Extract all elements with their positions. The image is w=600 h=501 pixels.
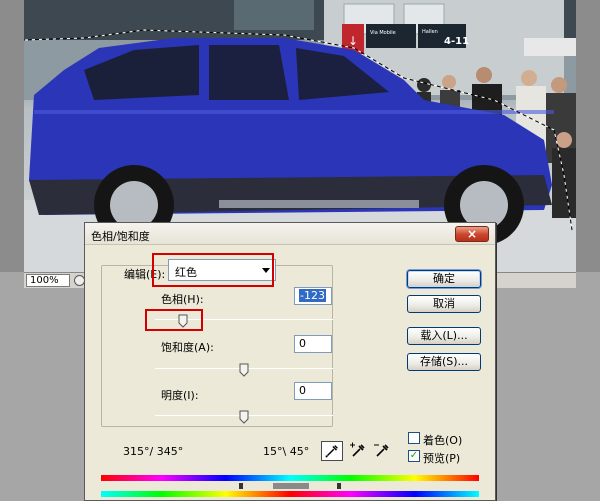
range-left-readout: 315°/ 345°: [123, 445, 184, 458]
eyedropper-minus-icon[interactable]: [371, 441, 393, 461]
lightness-input[interactable]: 0: [294, 382, 332, 400]
eyedropper-icon[interactable]: [321, 441, 343, 461]
preview-checkbox[interactable]: ✓: [408, 450, 420, 462]
workspace-left: [0, 0, 24, 272]
saturation-slider-thumb[interactable]: [239, 363, 249, 377]
eyedropper-plus-icon[interactable]: [347, 441, 369, 461]
svg-text:↓: ↓: [348, 34, 358, 48]
cancel-button[interactable]: 取消: [407, 295, 481, 313]
lightness-slider-thumb[interactable]: [239, 410, 249, 424]
sign-hall-number: 4-11: [444, 36, 469, 47]
preview-label: 预览(P): [423, 452, 461, 465]
zoom-level[interactable]: 100%: [26, 274, 70, 287]
ok-button[interactable]: 确定: [407, 270, 481, 288]
range-right-handle[interactable]: [337, 483, 341, 489]
range-right-readout: 15°\ 45°: [263, 445, 310, 458]
sign-via-mobile: Via Mobile: [370, 30, 396, 36]
hue-saturation-dialog: 色相/饱和度 × 编辑(E): 红色 色相(H): -123 饱和度(A): 0…: [84, 222, 496, 501]
hue-slider-thumb[interactable]: [178, 314, 188, 328]
range-center[interactable]: [273, 483, 309, 489]
chevron-down-icon: [262, 268, 270, 273]
edit-channel-value: 红色: [175, 266, 197, 279]
load-button[interactable]: 载入(L)...: [407, 327, 481, 345]
colorize-checkbox[interactable]: [408, 432, 420, 444]
colorize-label: 着色(O): [423, 434, 463, 447]
lightness-label: 明度(I):: [161, 389, 199, 402]
hue-value: -123: [299, 289, 326, 302]
range-left-handle[interactable]: [239, 483, 243, 489]
edit-label: 编辑(E):: [121, 266, 169, 282]
checkmark-icon: ✓: [409, 450, 419, 461]
dialog-title: 色相/饱和度: [91, 230, 150, 243]
hue-input[interactable]: -123: [294, 287, 332, 305]
lightness-value: 0: [299, 384, 306, 397]
save-button[interactable]: 存储(S)...: [407, 353, 481, 371]
workspace-right: [576, 0, 600, 272]
saturation-value: 0: [299, 337, 306, 350]
saturation-input[interactable]: 0: [294, 335, 332, 353]
source-color-bar: [101, 475, 479, 481]
dialog-titlebar[interactable]: 色相/饱和度 ×: [85, 223, 495, 245]
edit-channel-select[interactable]: 红色: [168, 259, 276, 281]
result-color-bar: [101, 491, 479, 497]
sign-hallen: Hallen: [422, 29, 438, 35]
hue-label: 色相(H):: [161, 293, 204, 306]
close-button[interactable]: ×: [455, 226, 489, 242]
saturation-label: 饱和度(A):: [161, 341, 214, 354]
